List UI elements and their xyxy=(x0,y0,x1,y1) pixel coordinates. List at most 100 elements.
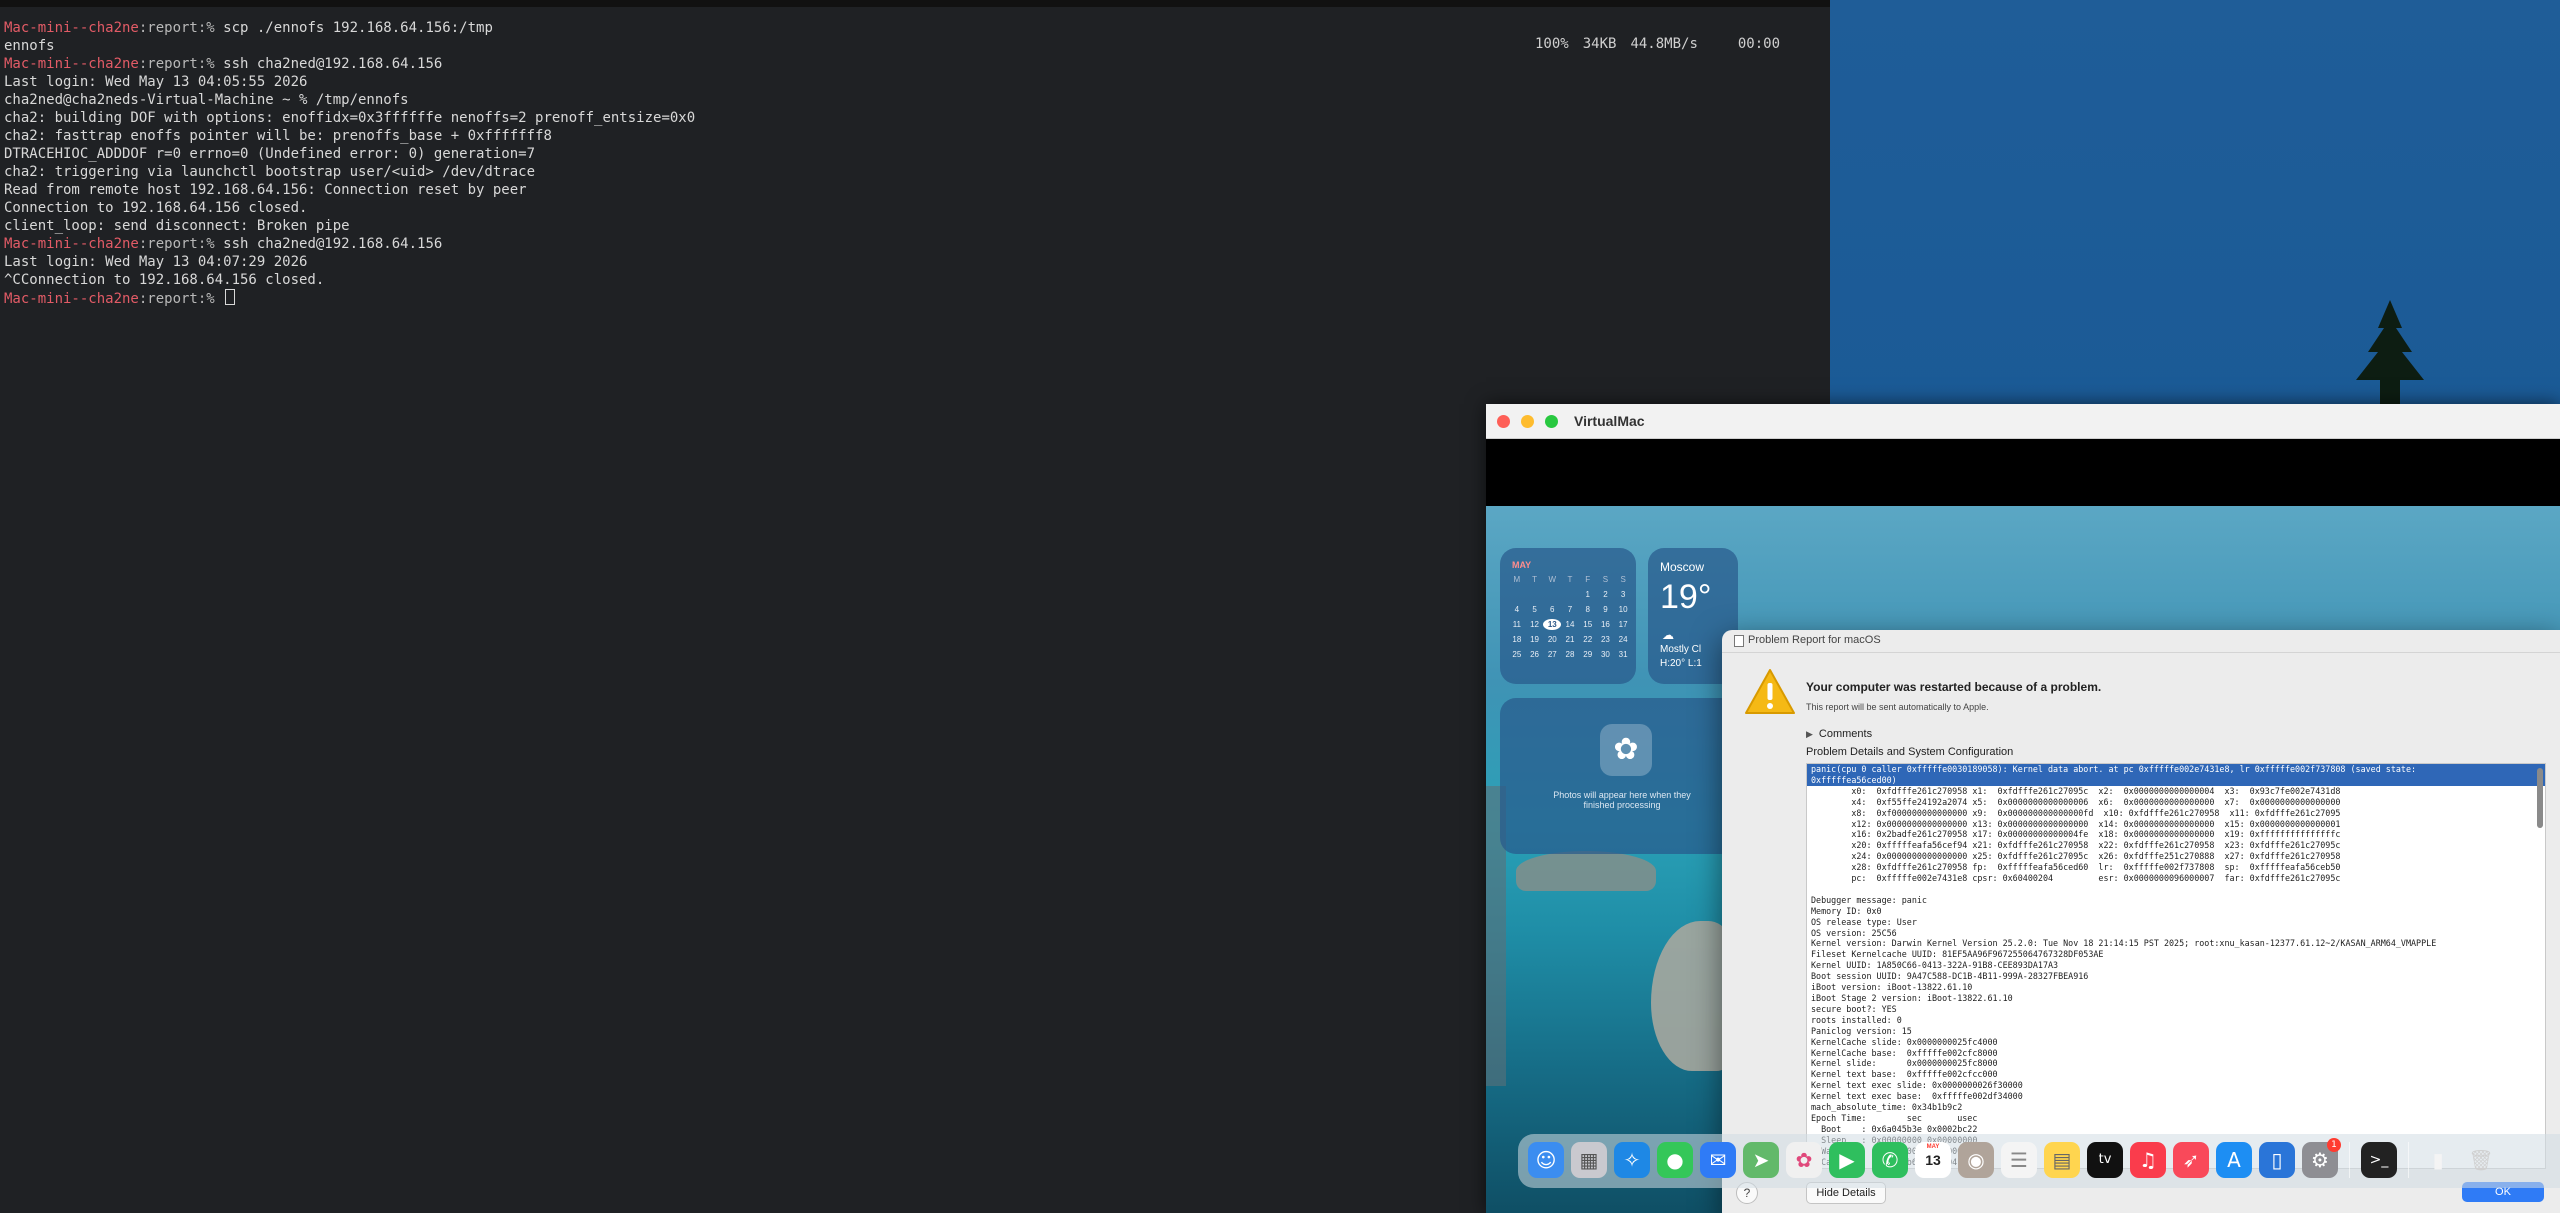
log-lines: panic(cpu 0 caller 0xfffffe0030189058): … xyxy=(1807,764,2545,1168)
line-text: Last login: Wed May 13 04:07:29 2026 xyxy=(4,254,308,270)
log-line: Memory ID: 0x0 xyxy=(1811,905,1882,916)
terminal-line: cha2: triggering via launchctl bootstrap… xyxy=(4,163,695,181)
dialog-subtext: This report will be sent automatically t… xyxy=(1806,702,1989,712)
calendar-day: 26 xyxy=(1530,650,1540,659)
phone-icon[interactable]: ✆ xyxy=(1872,1142,1908,1178)
scp-rate: 44.8MB/s xyxy=(1630,36,1698,52)
log-line: Fileset Kernelcache UUID: 81EF5AA96F9672… xyxy=(1811,949,2104,960)
iphone-mirroring-icon[interactable]: ▯ xyxy=(2259,1142,2295,1178)
photos-app-icon[interactable]: ✿ xyxy=(1786,1142,1822,1178)
news-icon[interactable]: ➶ xyxy=(2173,1142,2209,1178)
problem-details-log[interactable]: panic(cpu 0 caller 0xfffffe0030189058): … xyxy=(1806,763,2546,1169)
reminders-icon[interactable]: ☰ xyxy=(2001,1142,2037,1178)
notes-icon[interactable]: ▤ xyxy=(2044,1142,2080,1178)
terminal-top-edge xyxy=(0,0,1830,7)
maps-icon[interactable]: ➤ xyxy=(1743,1142,1779,1178)
facetime-icon[interactable]: ▶ xyxy=(1829,1142,1865,1178)
weather-condition: Mostly Cl xyxy=(1660,644,1702,655)
calendar-weekday: T xyxy=(1532,575,1537,584)
details-label: Problem Details and System Configuration xyxy=(1806,746,2014,758)
log-line: x12: 0x0000000000000000 x13: 0x000000000… xyxy=(1811,818,2341,829)
log-scrollbar[interactable] xyxy=(2537,768,2543,828)
calendar-day: 12 xyxy=(1530,620,1540,629)
calendar-day: 19 xyxy=(1530,635,1540,644)
log-line: x24: 0x0000000000000000 x25: 0xfdfffe261… xyxy=(1811,851,2341,862)
line-text: cha2: fasttrap enoffs pointer will be: p… xyxy=(4,128,552,144)
messages-icon[interactable]: ● xyxy=(1657,1142,1693,1178)
line-text: cha2: building DOF with options: enoffid… xyxy=(4,110,696,126)
safari-icon[interactable]: ✧ xyxy=(1614,1142,1650,1178)
calendar-weekday: W xyxy=(1548,575,1557,584)
dialog-title: Problem Report for macOS xyxy=(1748,634,1881,646)
window-title: VirtualMac xyxy=(1574,413,1645,429)
calendar-day: 20 xyxy=(1547,635,1557,644)
log-line: KernelCache slide: 0x0000000025fc4000 xyxy=(1811,1036,1998,1047)
line-text: cha2ned@cha2neds-Virtual-Machine ~ % /tm… xyxy=(4,92,409,108)
warning-icon xyxy=(1745,669,1795,714)
trash-icon[interactable]: 🗑 xyxy=(2463,1142,2499,1178)
weather-city: Moscow xyxy=(1660,560,1705,574)
virtualmac-titlebar[interactable]: VirtualMac xyxy=(1486,404,2560,439)
calendar-day: 21 xyxy=(1565,635,1575,644)
calendar-day: 3 xyxy=(1620,590,1626,599)
log-line: Kernel text exec base: 0xfffffe002df3400… xyxy=(1811,1091,2023,1102)
prompt-host: Mac-mini--cha2ne xyxy=(4,56,139,72)
log-line: iBoot version: iBoot-13822.61.10 xyxy=(1811,982,1973,993)
calendar-app-icon[interactable]: MAY 13 xyxy=(1915,1142,1951,1178)
system-settings-icon[interactable]: ⚙ 1 xyxy=(2302,1138,2341,1178)
log-line: x8: 0xf000000000000000 x9: 0x00000000000… xyxy=(1811,807,2341,818)
terminal-line: Connection to 192.168.64.156 closed. xyxy=(4,199,695,217)
calendar-day: 10 xyxy=(1618,605,1628,614)
log-line: Kernel text base: 0xfffffe002cfcc000 xyxy=(1811,1069,1998,1080)
terminal-output: Mac-mini--cha2ne:report:% scp ./ennofs 1… xyxy=(4,19,695,307)
log-line: KernelCache base: 0xfffffe002cfc8000 xyxy=(1811,1047,1998,1058)
prompt-path: :report:% xyxy=(138,56,224,72)
log-line: x28: 0xfdfffe261c270958 fp: 0xfffffeafa5… xyxy=(1811,862,2341,873)
problem-report-dialog[interactable]: Problem Report for macOS Your computer w… xyxy=(1722,630,2560,1213)
calendar-day: 11 xyxy=(1512,620,1521,629)
calendar-widget[interactable]: MAY M T W T F S S 1 2 3 4 5 6 7 8 9 10 11 12 13 14 15 16 17 18 19… xyxy=(1500,548,1636,684)
terminal-prompt-line[interactable]: Mac-mini--cha2ne:report:% xyxy=(4,289,695,307)
contacts-icon[interactable]: ◉ xyxy=(1958,1142,1994,1178)
app-store-icon[interactable]: A xyxy=(2216,1142,2252,1178)
line-text: ^CConnection to 192.168.64.156 closed. xyxy=(4,272,325,288)
photos-widget[interactable]: ✿ Photos will appear here when they fini… xyxy=(1500,698,1738,854)
comments-disclosure[interactable]: ▶ Comments xyxy=(1806,728,1872,740)
calendar-grid: M T W T F S S 1 2 3 4 5 6 7 8 9 10 11 12 13 14 15 16 17 18 19 20 21… xyxy=(1508,574,1632,660)
minimize-button[interactable] xyxy=(1521,415,1534,428)
scp-time: 00:00 xyxy=(1737,36,1781,52)
log-line: Debugger message: panic xyxy=(1811,894,1927,905)
calendar-month: MAY xyxy=(1512,560,1532,570)
terminal-line: client_loop: send disconnect: Broken pip… xyxy=(4,217,695,235)
launchpad-icon[interactable]: ▦ xyxy=(1571,1142,1607,1178)
calendar-day: 16 xyxy=(1600,620,1610,629)
terminal-icon[interactable]: >_ xyxy=(2361,1142,2397,1178)
prompt-path: :report:% xyxy=(138,291,224,307)
terminal-line: Last login: Wed May 13 04:07:29 2026 xyxy=(4,253,695,271)
log-line: x0: 0xfdfffe261c270958 x1: 0xfdfffe261c2… xyxy=(1811,785,2341,796)
virtualmac-window[interactable]: VirtualMac MAY M T W T F S S 1 2 3 4 5 6 7 8 9 10 11 12 13 1… xyxy=(1486,404,2560,1213)
line-text: DTRACEHIOC_ADDDOF r=0 errno=0 (Undefined… xyxy=(4,146,536,162)
calendar-day: 2 xyxy=(1603,590,1608,599)
tv-icon[interactable]: tv xyxy=(2087,1142,2123,1178)
terminal-line: Read from remote host 192.168.64.156: Co… xyxy=(4,181,695,199)
calendar-day: 29 xyxy=(1583,650,1593,659)
zoom-button[interactable] xyxy=(1545,415,1558,428)
close-button[interactable] xyxy=(1497,415,1510,428)
log-line: x4: 0xf55ffe24192a2074 x5: 0x00000000000… xyxy=(1811,796,2341,807)
log-line: Epoch Time: sec usec xyxy=(1811,1112,1978,1123)
dock: ☺ ▦ ✧ ● ✉ ➤ ✿ ▶ ✆ MAY 13 ◉ ☰ ▤ tv ♫ ➶ A ▯… xyxy=(1518,1134,2560,1188)
log-line: x16: 0x2badfe261c270958 x17: 0x000000000… xyxy=(1811,829,2341,840)
log-line: OS release type: User xyxy=(1811,916,1917,927)
finder-icon[interactable]: ☺ xyxy=(1528,1142,1564,1178)
dock-separator xyxy=(2408,1142,2409,1178)
music-icon[interactable]: ♫ xyxy=(2130,1142,2166,1178)
dialog-titlebar[interactable]: Problem Report for macOS xyxy=(1722,630,2560,653)
log-line: iBoot Stage 2 version: iBoot-13822.61.10 xyxy=(1811,993,2013,1004)
mail-icon[interactable]: ✉ xyxy=(1700,1142,1736,1178)
weather-high-low: H:20° L:1 xyxy=(1660,658,1702,669)
comments-label: Comments xyxy=(1818,728,1873,740)
scp-percent: 100% xyxy=(1535,36,1569,52)
document-file-icon[interactable]: ▮ xyxy=(2420,1142,2456,1178)
wallpaper-rock xyxy=(1516,851,1656,891)
